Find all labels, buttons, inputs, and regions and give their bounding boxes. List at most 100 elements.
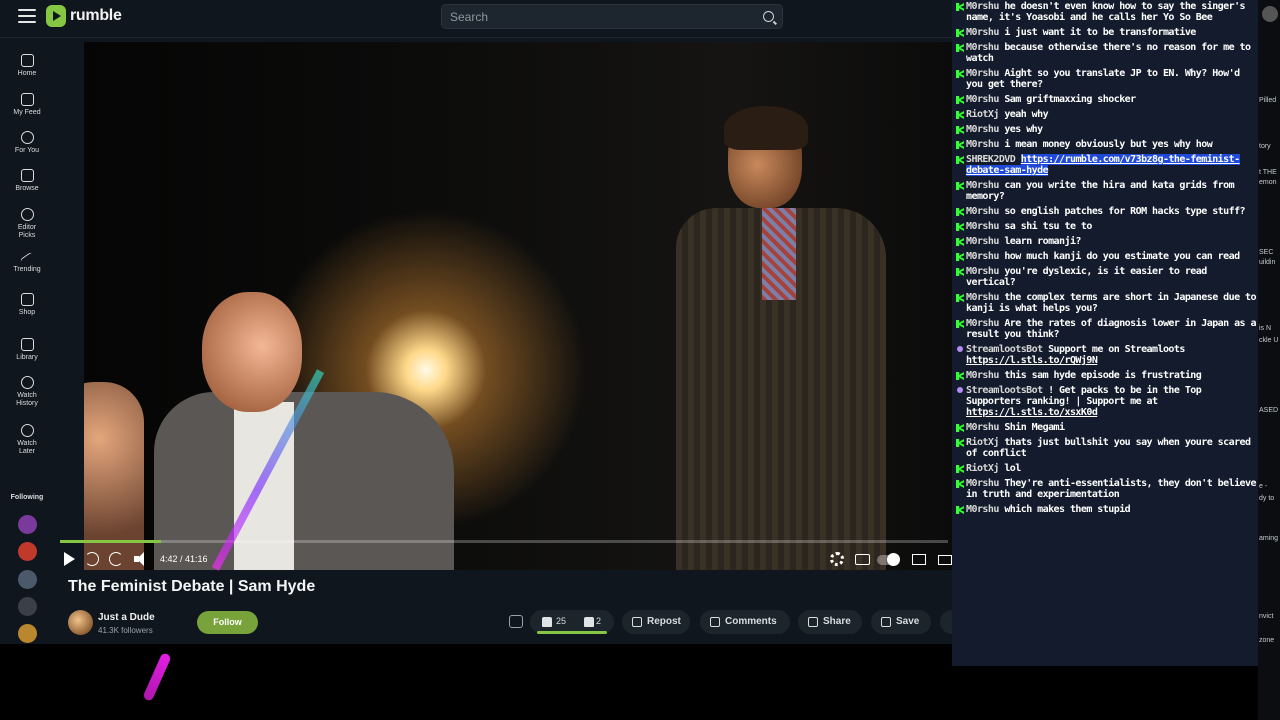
chat-text: yes why [1004, 124, 1043, 135]
sidebar-item-label: Editor Picks [17, 224, 37, 239]
chat-message-body: M0rshu Sam griftmaxxing shocker [966, 94, 1258, 105]
chat-username[interactable]: RiotXj [966, 437, 999, 448]
thumbs-up-icon[interactable] [542, 617, 552, 627]
captions-icon[interactable] [855, 554, 870, 565]
chat-username[interactable]: M0rshu [966, 292, 999, 303]
comments-icon [710, 617, 720, 627]
rumble-logo[interactable]: rumble [46, 5, 122, 27]
following-avatar[interactable] [18, 542, 37, 561]
chat-text: Are the rates of diagnosis lower in Japa… [966, 318, 1257, 340]
chat-username[interactable]: M0rshu [966, 94, 999, 105]
chat-message: M0rshu you're dyslexic, is it easier to … [952, 266, 1258, 288]
strip-text: t THE [1259, 169, 1277, 176]
sidebar-item-my-feed[interactable]: My Feed [0, 93, 54, 117]
browse-icon [20, 169, 34, 182]
chat-username[interactable]: StreamlootsBot [966, 385, 1043, 396]
chat-text: because otherwise there's no reason for … [966, 42, 1251, 64]
sidebar-item-library[interactable]: Library [0, 338, 54, 362]
chat-username[interactable]: M0rshu [966, 139, 999, 150]
kick-badge-icon [956, 294, 966, 314]
vote-ratio-bar [537, 631, 607, 634]
library-icon [20, 338, 34, 351]
chat-username[interactable]: RiotXj [966, 463, 999, 474]
channel-followers: 41.3K followers [98, 626, 153, 635]
chat-username[interactable]: M0rshu [966, 236, 999, 247]
chat-username[interactable]: M0rshu [966, 478, 999, 489]
forward-icon[interactable] [109, 552, 123, 566]
rumble-logo-icon [46, 5, 66, 27]
rewind-icon[interactable] [85, 552, 99, 566]
search-input[interactable] [450, 8, 750, 26]
chat-message-body: M0rshu this sam hyde episode is frustrat… [966, 370, 1258, 381]
thumbs-down-icon[interactable] [584, 617, 594, 627]
autoplay-toggle[interactable] [877, 553, 900, 566]
chat-username[interactable]: M0rshu [966, 180, 999, 191]
chat-username[interactable]: M0rshu [966, 266, 999, 277]
player-controls: 4:42 / 41:16 [54, 540, 952, 576]
chat-username[interactable]: M0rshu [966, 68, 999, 79]
chat-message-body: RiotXj thats just bullshit you say when … [966, 437, 1258, 459]
sidebar-item-watch-history[interactable]: Watch History [0, 376, 54, 408]
pip-icon[interactable] [912, 554, 926, 565]
chat-message: M0rshu They're anti-essentialists, they … [952, 478, 1258, 500]
chat-username[interactable]: M0rshu [966, 370, 999, 381]
chat-message-list[interactable]: M0rshu he doesn't even know how to say t… [952, 1, 1258, 519]
play-icon[interactable] [64, 552, 75, 566]
chat-username[interactable]: M0rshu [966, 221, 999, 232]
volume-icon[interactable] [134, 552, 148, 566]
following-avatar[interactable] [18, 624, 37, 643]
chat-username[interactable]: M0rshu [966, 504, 999, 515]
kick-badge-icon [956, 29, 966, 38]
rumble-page: rumble Home My Feed For You Browse Edito… [0, 0, 952, 644]
share-button[interactable]: Share [798, 610, 862, 634]
chat-message-body: M0rshu Are the rates of diagnosis lower … [966, 318, 1258, 340]
following-avatar[interactable] [18, 597, 37, 616]
chat-username[interactable]: M0rshu [966, 124, 999, 135]
chat-username[interactable]: M0rshu [966, 27, 999, 38]
kick-badge-icon [956, 424, 966, 433]
following-avatar[interactable] [18, 570, 37, 589]
chat-username[interactable]: SHREK2DVD [966, 154, 1016, 165]
theater-mode-icon[interactable] [938, 555, 952, 565]
user-avatar[interactable] [1262, 6, 1278, 22]
follow-button[interactable]: Follow [197, 611, 258, 634]
save-button[interactable]: Save [871, 610, 931, 634]
comments-button[interactable]: Comments [700, 610, 790, 634]
progress-bar[interactable] [60, 540, 948, 543]
kick-badge-icon [956, 182, 966, 202]
sidebar-item-editor-picks[interactable]: Editor Picks [0, 208, 54, 240]
following-avatar[interactable] [18, 515, 37, 534]
sidebar-item-shop[interactable]: Shop [0, 293, 54, 317]
chat-username[interactable]: M0rshu [966, 42, 999, 53]
sidebar-item-label: Shop [18, 309, 36, 316]
sidebar-item-watch-later[interactable]: Watch Later [0, 424, 54, 456]
sidebar-item-for-you[interactable]: For You [0, 131, 54, 155]
repost-icon [632, 617, 642, 627]
strip-text: SEC [1259, 249, 1274, 256]
chat-username[interactable]: RiotXj [966, 109, 999, 120]
chat-username[interactable]: M0rshu [966, 1, 999, 12]
chat-username[interactable]: M0rshu [966, 422, 999, 433]
search-icon[interactable] [763, 11, 774, 22]
sidebar-item-trending[interactable]: Trending [0, 251, 54, 274]
chat-link[interactable]: https://l.stls.to/xsxK0d [966, 407, 1098, 418]
tip-icon[interactable] [509, 615, 523, 628]
chat-username[interactable]: M0rshu [966, 251, 999, 262]
menu-icon[interactable] [18, 9, 36, 23]
sidebar-item-home[interactable]: Home [0, 54, 54, 78]
more-actions-button[interactable] [940, 610, 952, 634]
video-player[interactable] [84, 42, 952, 570]
kick-badge-icon [956, 208, 966, 217]
settings-icon[interactable] [830, 552, 844, 566]
repost-button[interactable]: Repost [622, 610, 690, 634]
kick-badge-icon [956, 465, 966, 474]
chat-username[interactable]: M0rshu [966, 318, 999, 329]
channel-avatar[interactable] [68, 610, 93, 635]
sidebar-item-browse[interactable]: Browse [0, 169, 54, 193]
channel-name[interactable]: Just a Dude [98, 612, 155, 623]
chat-username[interactable]: M0rshu [966, 206, 999, 217]
chat-message: SHREK2DVD https://rumble.com/v73bz8g-the… [952, 154, 1258, 176]
chat-message: M0rshu i mean money obviously but yes wh… [952, 139, 1258, 150]
chat-link[interactable]: https://l.stls.to/rQWj9N [966, 355, 1098, 366]
chat-username[interactable]: StreamlootsBot [966, 344, 1043, 355]
